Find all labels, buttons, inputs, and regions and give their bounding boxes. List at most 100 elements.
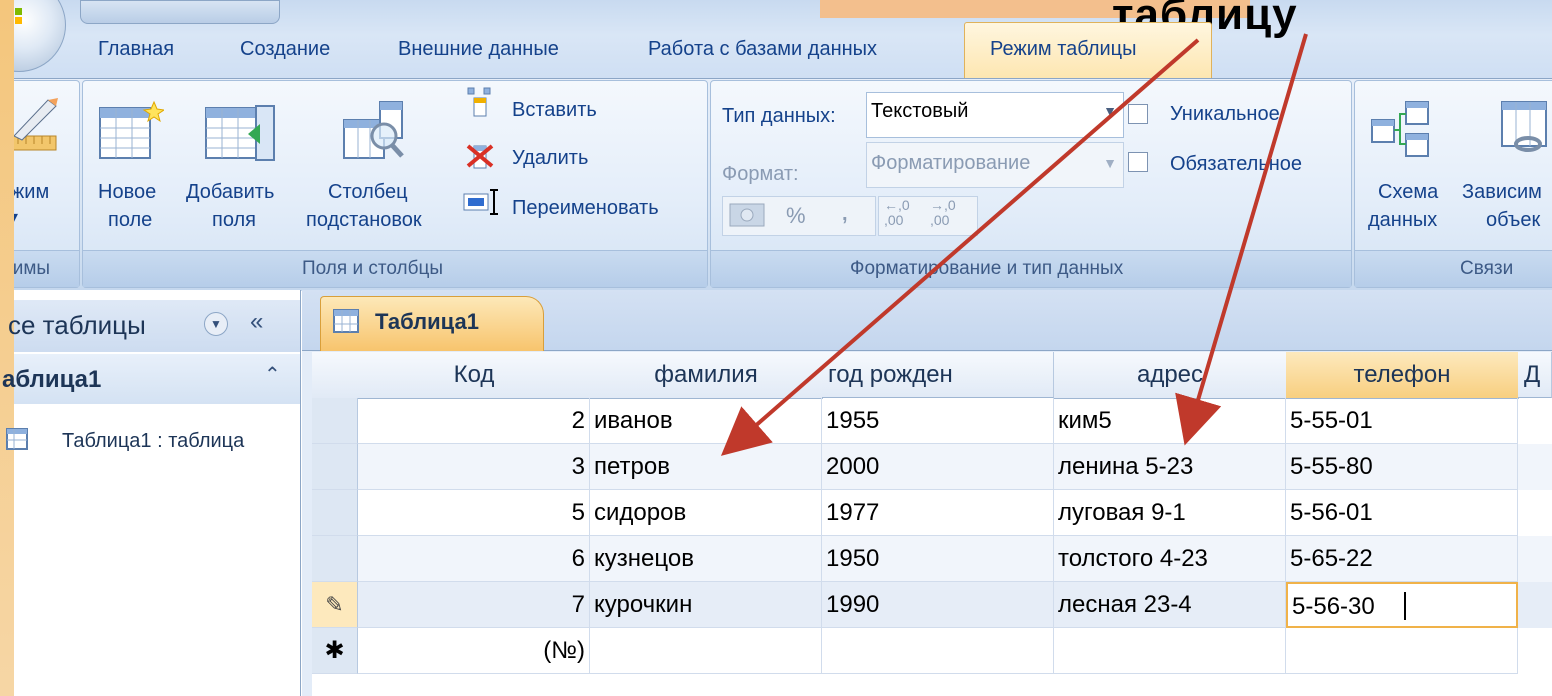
cell-code[interactable]: 2 bbox=[358, 398, 590, 444]
row-selector[interactable] bbox=[312, 536, 358, 582]
cell-address-new[interactable] bbox=[1054, 628, 1286, 674]
cell-phone[interactable]: 5-55-80 bbox=[1286, 444, 1518, 490]
column-header-add[interactable]: Д bbox=[1518, 352, 1552, 398]
datatype-combo[interactable]: Текстовый ▼ bbox=[866, 92, 1124, 138]
row-selector[interactable] bbox=[312, 444, 358, 490]
cell-code[interactable]: 5 bbox=[358, 490, 590, 536]
column-header-surname[interactable]: фамилия bbox=[590, 352, 823, 399]
dependencies-label-1[interactable]: Зависим bbox=[1462, 180, 1542, 204]
new-field-label-1[interactable]: Новое bbox=[98, 180, 156, 204]
relationships-label-2[interactable]: данных bbox=[1368, 208, 1437, 232]
cell-birth-year[interactable]: 2000 bbox=[822, 444, 1054, 490]
cell-phone[interactable]: 5-65-22 bbox=[1286, 536, 1518, 582]
cell-surname[interactable]: курочкин bbox=[590, 582, 822, 628]
cell-surname[interactable]: петров bbox=[590, 444, 822, 490]
tab-create[interactable]: Создание bbox=[240, 38, 330, 61]
new-field-label-2[interactable]: поле bbox=[108, 208, 152, 232]
required-checkbox[interactable] bbox=[1128, 152, 1148, 172]
currency-format-icon[interactable] bbox=[728, 200, 768, 230]
cell-code[interactable]: 6 bbox=[358, 536, 590, 582]
cell-code-new[interactable]: (№) bbox=[358, 628, 590, 674]
cell-phone[interactable]: 5-56-01 bbox=[1286, 490, 1518, 536]
percent-format-button[interactable]: % bbox=[786, 204, 806, 228]
add-fields-button[interactable] bbox=[204, 104, 278, 164]
row-selector[interactable] bbox=[312, 490, 358, 536]
cell-address[interactable]: толстого 4-23 bbox=[1054, 536, 1286, 582]
cell-surname-new[interactable] bbox=[590, 628, 822, 674]
tab-datasheet[interactable]: Режим таблицы bbox=[990, 38, 1137, 61]
lookup-column-label-1[interactable]: Столбец bbox=[328, 180, 408, 204]
add-fields-label-1[interactable]: Добавить bbox=[186, 180, 274, 204]
cell-birth-year[interactable]: 1990 bbox=[822, 582, 1054, 628]
format-value: Форматирование bbox=[871, 152, 1031, 174]
cell-birth-year[interactable]: 1977 bbox=[822, 490, 1054, 536]
lookup-column-button[interactable] bbox=[340, 100, 416, 162]
cell-code[interactable]: 3 bbox=[358, 444, 590, 490]
chevron-down-icon: ▼ bbox=[1103, 155, 1117, 171]
delete-button[interactable]: Удалить bbox=[512, 146, 588, 170]
unique-checkbox[interactable] bbox=[1128, 104, 1148, 124]
nav-group-header[interactable]: аблица1 ⌃ bbox=[2, 354, 300, 404]
table-row: 3 петров 2000 ленина 5-23 5-55-80 bbox=[312, 444, 1552, 490]
rename-button[interactable]: Переименовать bbox=[512, 196, 659, 220]
cell-phone-new[interactable] bbox=[1286, 628, 1518, 674]
table-row: 2 иванов 1955 ким5 5-55-01 bbox=[312, 398, 1552, 444]
cell-address[interactable]: ленина 5-23 bbox=[1054, 444, 1286, 490]
cell-birth-year-new[interactable] bbox=[822, 628, 1054, 674]
table-row: 5 сидоров 1977 луговая 9-1 5-56-01 bbox=[312, 490, 1552, 536]
nav-pane-header[interactable]: се таблицы ▼ « bbox=[8, 300, 300, 352]
nav-menu-dropdown-icon[interactable]: ▼ bbox=[204, 312, 228, 336]
cell-code[interactable]: 7 bbox=[358, 582, 590, 628]
nav-pane-title: се таблицы bbox=[8, 310, 146, 340]
dependencies-label-2[interactable]: объек bbox=[1486, 208, 1540, 232]
column-header-address[interactable]: адрес bbox=[1054, 352, 1287, 399]
cell-birth-year[interactable]: 1955 bbox=[822, 398, 1054, 444]
cell-surname[interactable]: сидоров bbox=[590, 490, 822, 536]
cell-phone[interactable]: 5-55-01 bbox=[1286, 398, 1518, 444]
cell-address[interactable]: лесная 23-4 bbox=[1054, 582, 1286, 628]
collapse-pane-icon[interactable]: « bbox=[250, 308, 263, 336]
cell-surname[interactable]: иванов bbox=[590, 398, 822, 444]
cell-surname[interactable]: кузнецов bbox=[590, 536, 822, 582]
cell-address[interactable]: луговая 9-1 bbox=[1054, 490, 1286, 536]
select-all-corner[interactable] bbox=[312, 352, 359, 399]
new-field-icon bbox=[99, 100, 166, 159]
insert-button[interactable]: Вставить bbox=[512, 98, 597, 122]
lookup-column-label-2[interactable]: подстановок bbox=[306, 208, 422, 232]
comma-format-button[interactable]: , bbox=[842, 202, 848, 226]
decrease-decimals-button[interactable]: →,0,00 bbox=[930, 198, 956, 228]
collapse-group-icon[interactable]: ⌃ bbox=[264, 362, 281, 387]
tab-home[interactable]: Главная bbox=[98, 38, 174, 61]
relationships-icon[interactable] bbox=[1370, 98, 1432, 160]
object-dependencies-icon[interactable] bbox=[1498, 98, 1552, 160]
format-label: Формат: bbox=[722, 163, 799, 185]
column-header-phone[interactable]: телефон bbox=[1286, 352, 1519, 399]
increase-decimals-button[interactable]: ←,0,00 bbox=[884, 198, 910, 228]
datatype-value: Текстовый bbox=[871, 100, 969, 122]
table-row-new: ✱ (№) bbox=[312, 628, 1552, 674]
quick-access-toolbar[interactable] bbox=[80, 0, 280, 24]
tab-external-data[interactable]: Внешние данные bbox=[398, 38, 559, 61]
add-fields-label-2[interactable]: поля bbox=[212, 208, 256, 232]
table-row-editing: ✎ 7 курочкин 1990 лесная 23-4 5-56-30 bbox=[312, 582, 1552, 628]
tab-database-tools[interactable]: Работа с базами данных bbox=[648, 38, 877, 61]
required-label: Обязательное bbox=[1170, 153, 1303, 175]
column-header-code[interactable]: Код bbox=[358, 352, 591, 399]
edit-pencil-icon[interactable]: ✎ bbox=[312, 582, 358, 628]
cell-birth-year[interactable]: 1950 bbox=[822, 536, 1054, 582]
cell-address[interactable]: ким5 bbox=[1054, 398, 1286, 444]
document-tab-table1[interactable]: Таблица1 bbox=[320, 296, 544, 351]
cell-phone-active[interactable]: 5-56-30 bbox=[1286, 582, 1518, 628]
nav-item-table1[interactable]: Таблица1 : таблица bbox=[6, 428, 300, 462]
format-combo[interactable]: Форматирование ▼ bbox=[866, 142, 1124, 188]
row-selector[interactable] bbox=[312, 398, 358, 444]
column-header-birth-year[interactable]: год рожден bbox=[822, 352, 1054, 398]
new-record-icon[interactable]: ✱ bbox=[312, 628, 358, 674]
relationships-label-1[interactable]: Схема bbox=[1378, 180, 1438, 204]
table-icon bbox=[333, 309, 359, 333]
nav-item-label: Таблица1 : таблица bbox=[62, 430, 245, 452]
insert-column-icon bbox=[467, 87, 491, 117]
new-field-button[interactable] bbox=[98, 100, 166, 162]
add-fields-icon bbox=[205, 105, 275, 161]
group-fields-columns-label: Поля и столбцы bbox=[302, 258, 443, 279]
